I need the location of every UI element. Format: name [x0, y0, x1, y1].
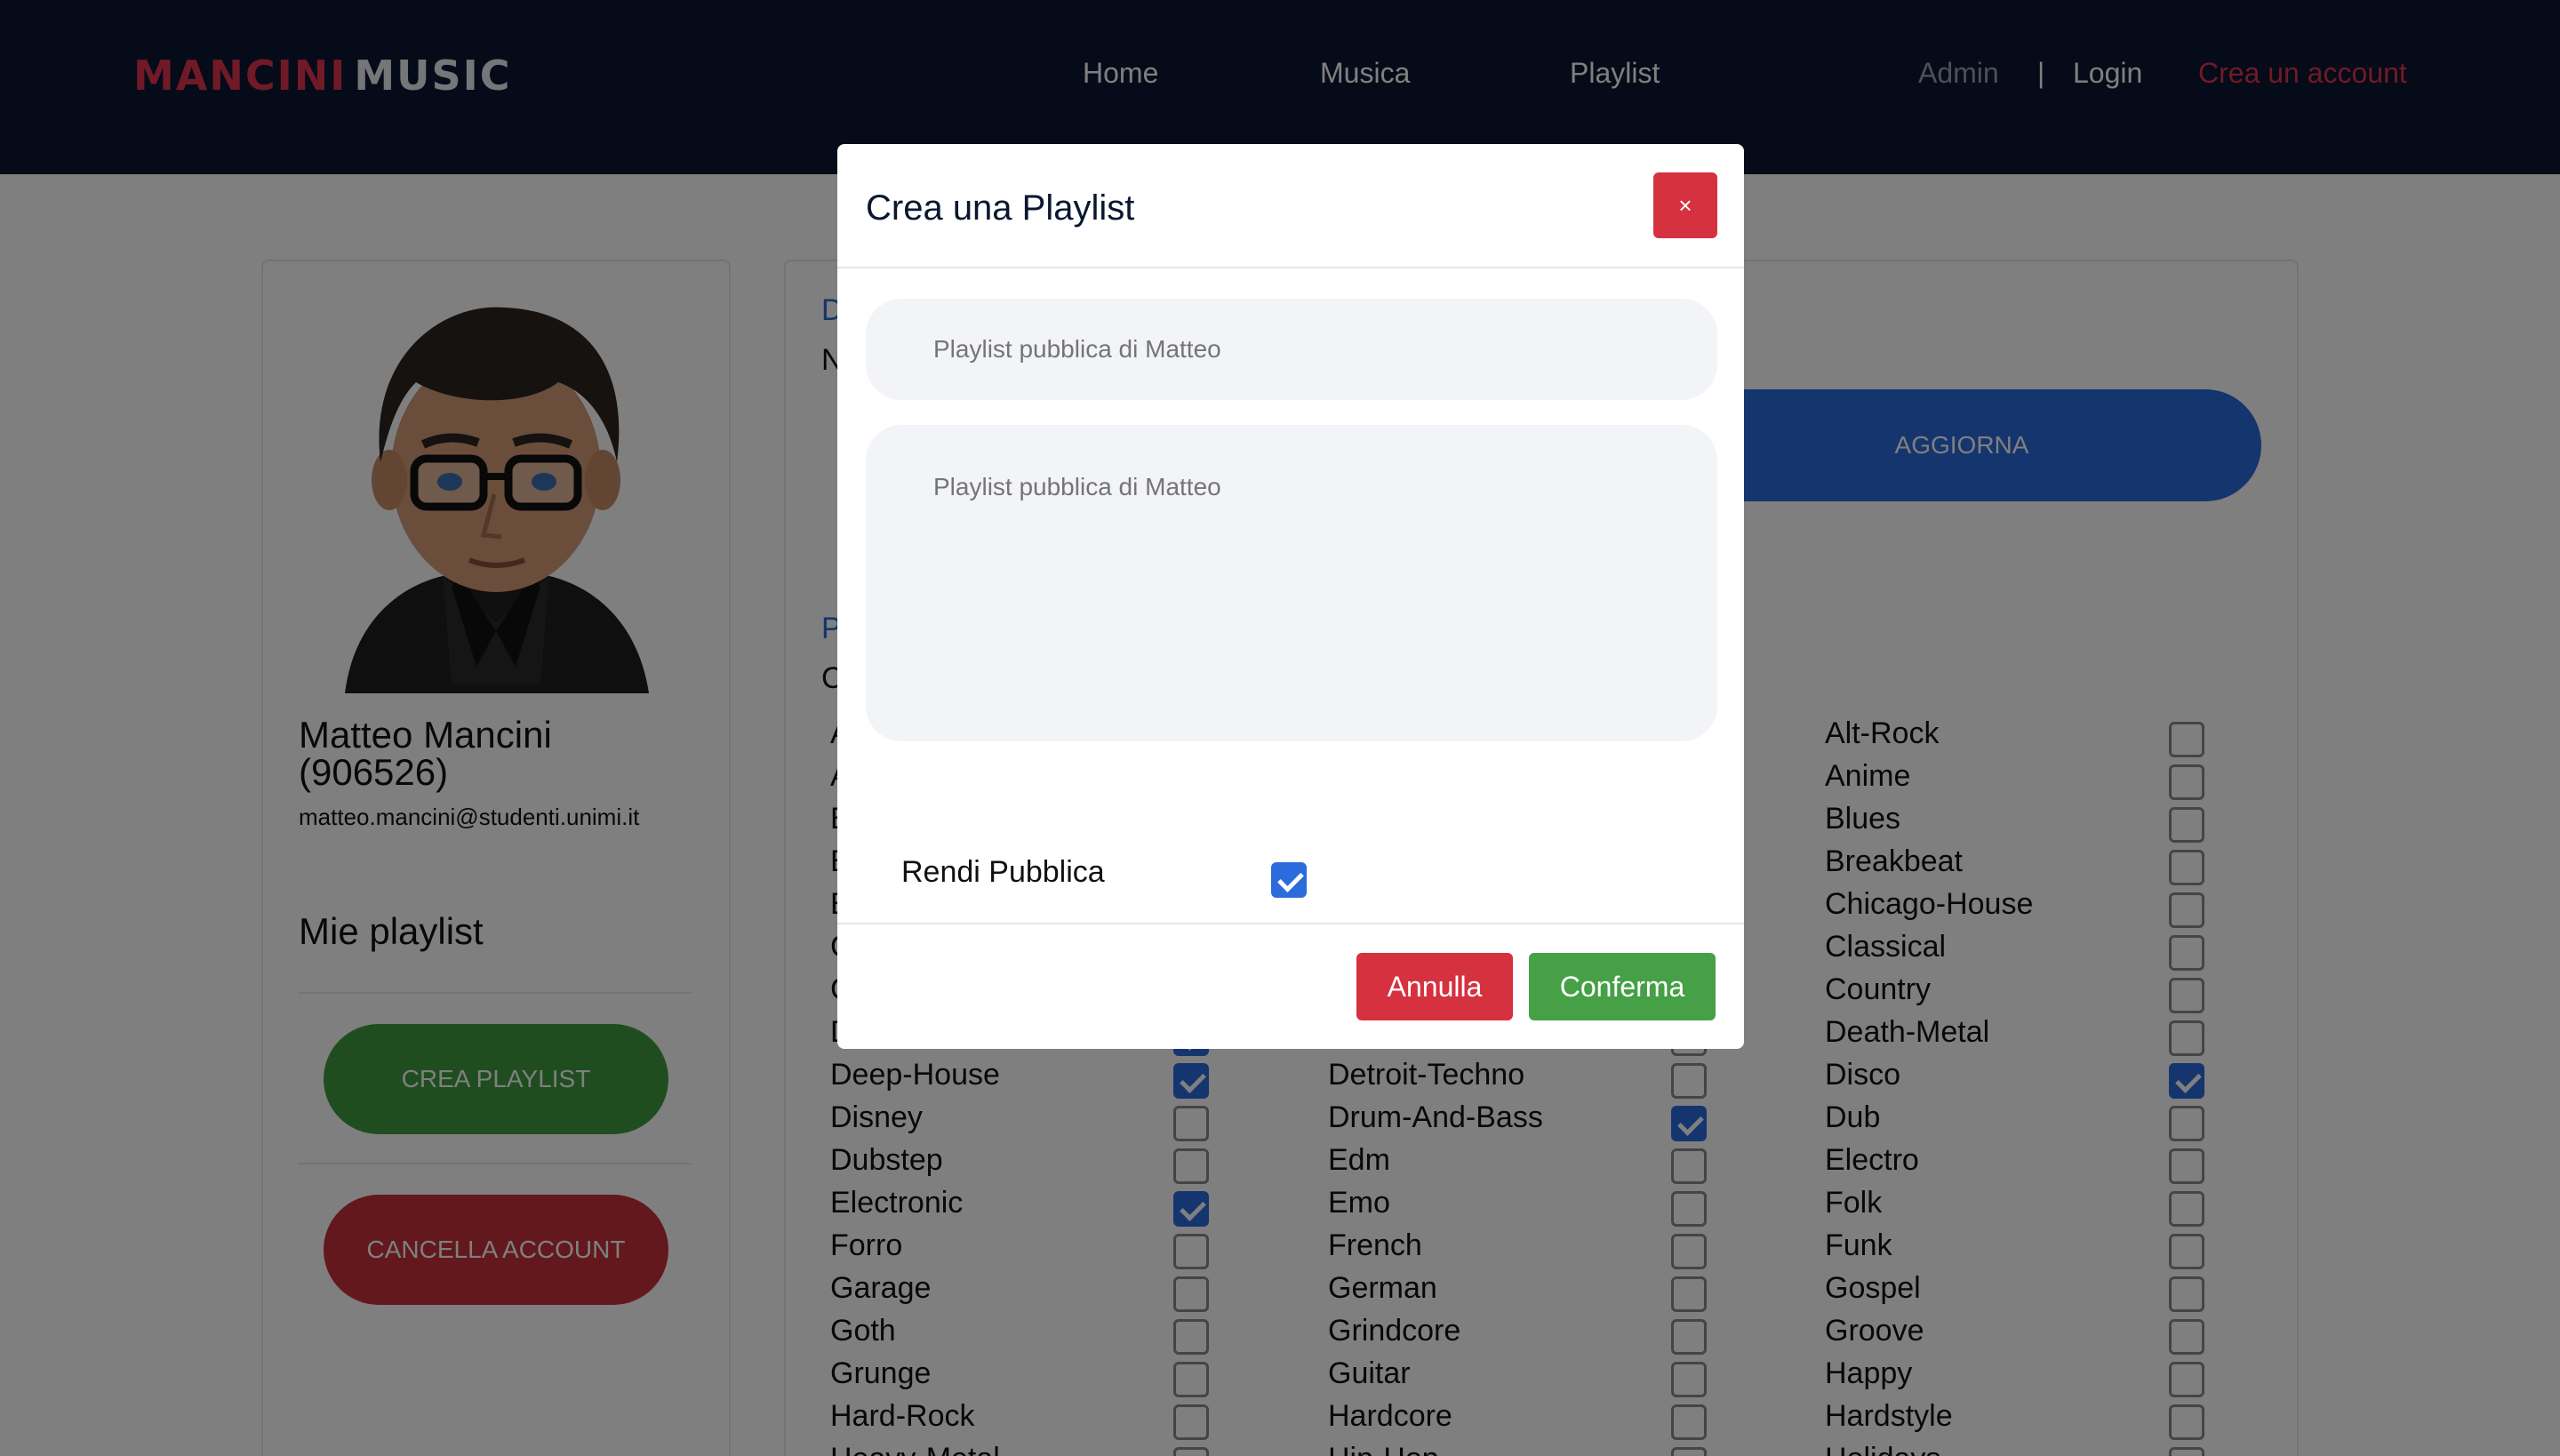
modal-header: Crea una Playlist ×: [837, 144, 1744, 268]
cancel-button[interactable]: Annulla: [1356, 953, 1513, 1020]
modal-title: Crea una Playlist: [866, 188, 1135, 228]
playlist-description-input[interactable]: [866, 425, 1717, 741]
make-public-checkbox[interactable]: [1271, 862, 1307, 898]
make-public-label: Rendi Pubblica: [901, 855, 1105, 889]
modal-footer: Annulla Conferma: [837, 923, 1744, 1049]
playlist-name-input[interactable]: [866, 299, 1717, 400]
close-icon[interactable]: ×: [1653, 172, 1717, 238]
confirm-button[interactable]: Conferma: [1529, 953, 1716, 1020]
create-playlist-modal: Crea una Playlist × Rendi Pubblica Annul…: [837, 144, 1744, 1049]
